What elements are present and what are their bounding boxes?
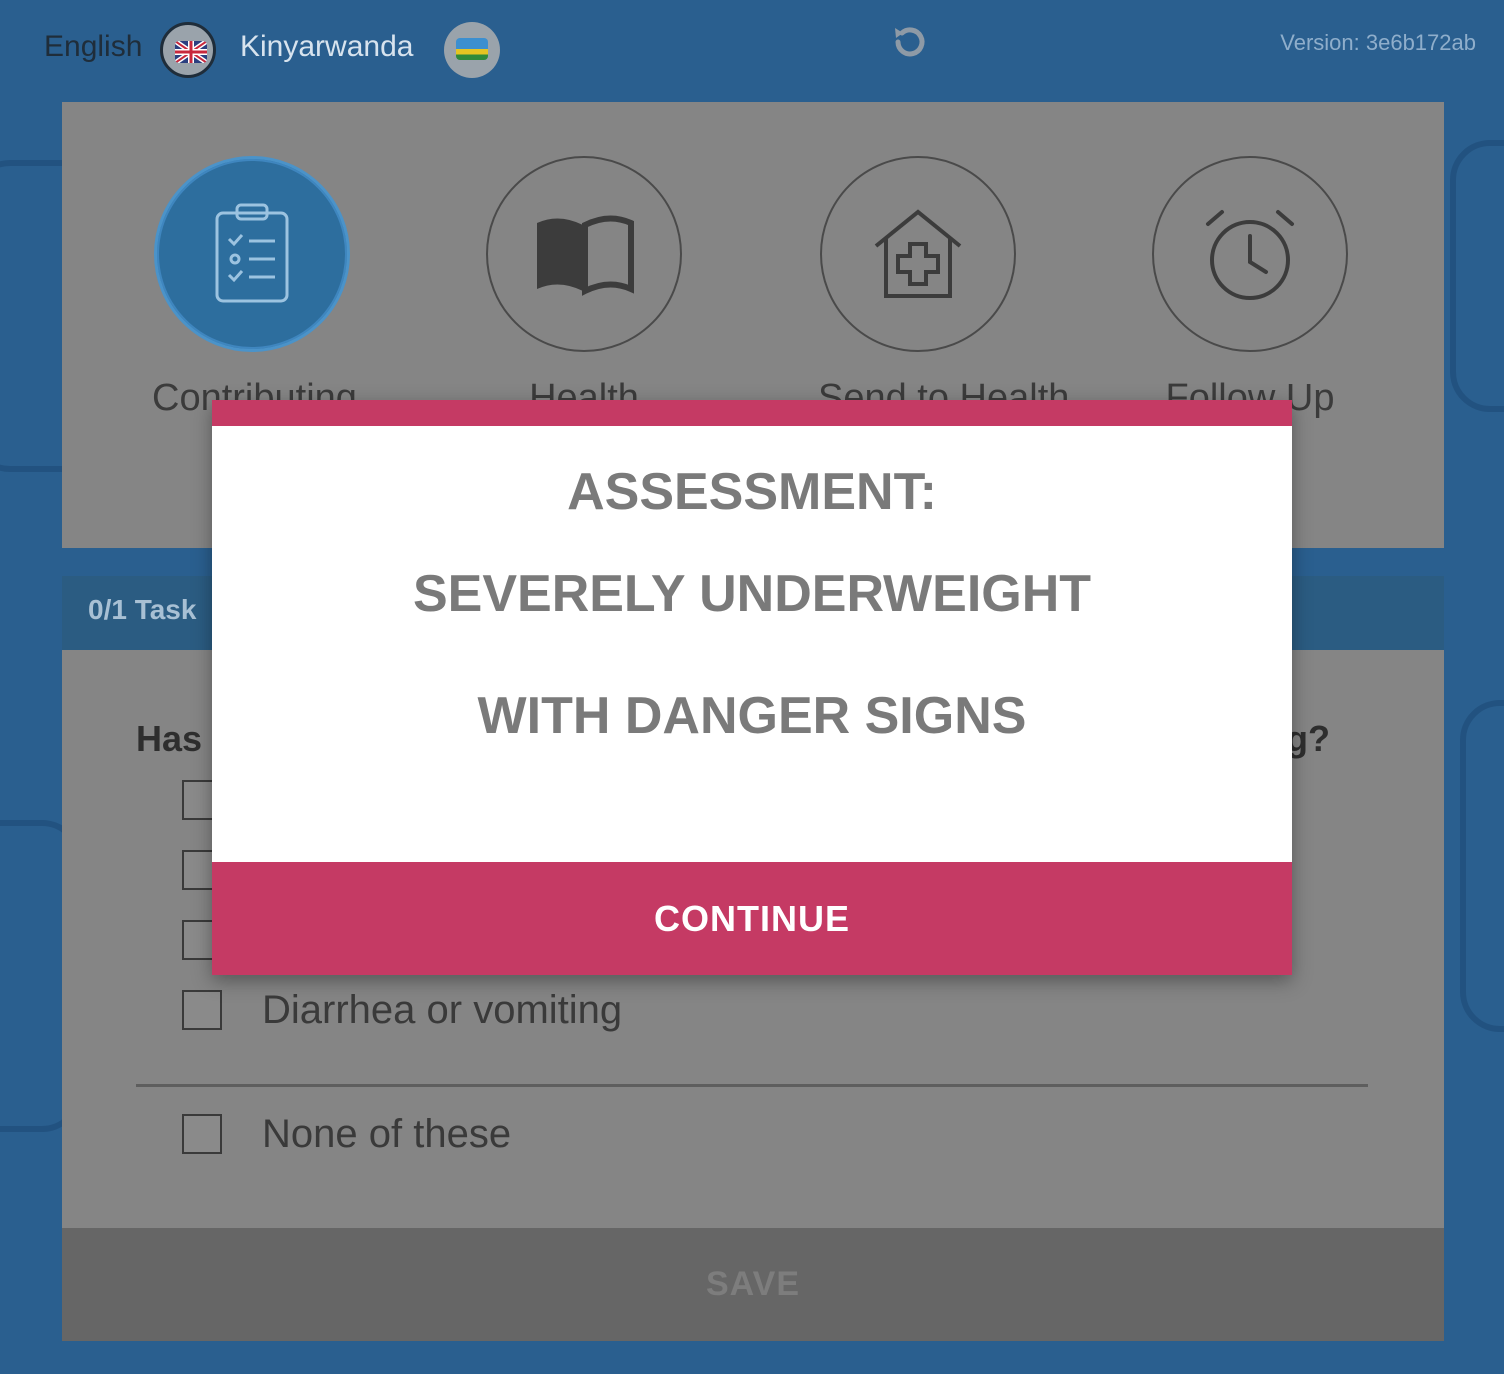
top-bar: English Kinyarwanda Version: 3e6b172ab (0, 0, 1504, 100)
health-center-icon (820, 156, 1016, 352)
modal-assessment-line2: WITH DANGER SIGNS (477, 687, 1027, 745)
tile-follow-up[interactable]: Follow Up (1150, 156, 1350, 422)
modal-title: ASSESSMENT: (567, 463, 937, 521)
checkbox[interactable] (182, 1114, 222, 1154)
checkbox[interactable] (182, 990, 222, 1030)
background-decoration (1460, 700, 1504, 1032)
clipboard-checklist-icon (154, 156, 350, 352)
save-button[interactable]: SAVE (62, 1228, 1444, 1341)
language-kinyarwanda[interactable]: Kinyarwanda (240, 30, 413, 64)
option-label: Diarrhea or vomiting (262, 987, 623, 1032)
divider (136, 1084, 1368, 1087)
language-english[interactable]: English (44, 30, 142, 64)
tile-send-to-health[interactable]: Send to Health (818, 156, 1069, 422)
question-end: g? (1286, 718, 1330, 759)
assessment-modal: ASSESSMENT: SEVERELY UNDERWEIGHT WITH DA… (212, 400, 1292, 975)
question-start: Has (136, 718, 203, 759)
rwanda-flag-icon[interactable] (444, 22, 500, 78)
reload-icon[interactable] (888, 20, 932, 64)
background-decoration (1450, 140, 1504, 412)
tasks-count: 0/1 Task (88, 594, 197, 625)
uk-flag-icon[interactable] (160, 22, 216, 78)
option-label: None of these (262, 1111, 512, 1156)
save-label: SAVE (705, 1265, 801, 1303)
tile-health[interactable]: Health (484, 156, 684, 422)
continue-label: CONTINUE (654, 897, 850, 939)
book-icon (486, 156, 682, 352)
continue-button[interactable]: CONTINUE (212, 862, 1292, 975)
option-diarrhea-vomiting[interactable]: Diarrhea or vomiting (182, 988, 622, 1032)
version-label: Version: 3e6b172ab (1280, 30, 1476, 55)
option-none-of-these[interactable]: None of these (182, 1112, 511, 1156)
modal-assessment-line1: SEVERELY UNDERWEIGHT (412, 565, 1092, 623)
modal-header-strip (212, 400, 1292, 426)
alarm-clock-icon (1152, 156, 1348, 352)
